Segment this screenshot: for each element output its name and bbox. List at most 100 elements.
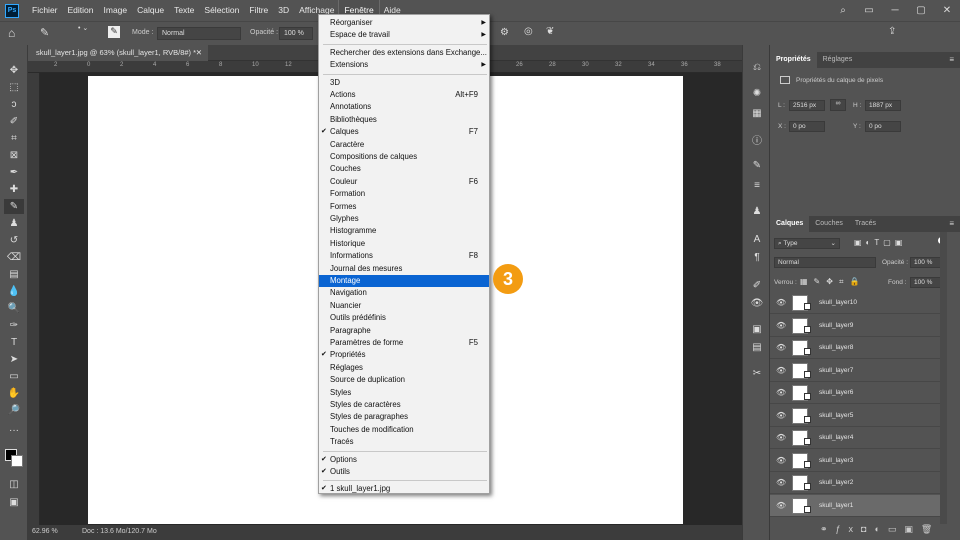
layer-row[interactable]: 👁 skull_layer5 [770,404,947,427]
swatches-panel-icon[interactable]: ▦ [747,105,767,121]
layers-scrollbar[interactable] [940,232,947,524]
frame-tool-icon[interactable]: ⊠ [4,148,24,163]
menu-item-nuancier[interactable]: Nuancier [319,300,489,312]
eyedropper-icon[interactable]: ✒ [4,165,24,180]
close-icon[interactable]: ✕ [934,0,960,21]
menu-item-reorganiser[interactable]: Réorganiser ▶ [319,17,489,29]
fill-input[interactable]: 100 % [910,277,944,288]
visibility-eye-icon[interactable]: 👁 [776,433,786,442]
blur-icon[interactable]: 💧 [4,284,24,299]
menu-3d[interactable]: 3D [273,0,294,21]
tool-presets-icon[interactable]: ✐ [747,277,767,293]
marquee-tool-icon[interactable]: ⬚ [4,80,24,95]
menu-selection[interactable]: Sélection [199,0,244,21]
opacity-input[interactable]: 100 % [279,27,313,40]
layer-row[interactable]: 👁 skull_layer2 [770,472,947,494]
link-icon[interactable]: ∞ [830,99,846,111]
visibility-panel-icon[interactable]: 👁 [747,295,767,311]
quick-select-icon[interactable]: ✐ [4,114,24,129]
background-color[interactable] [11,455,23,467]
filter-icons[interactable]: ▣◐T▢▣ [854,238,906,247]
menu-item-options[interactable]: ✔ Options [319,454,489,466]
visibility-eye-icon[interactable]: 👁 [776,501,786,510]
width-input[interactable]: 2516 px [789,100,825,111]
info-panel-icon[interactable]: ⓘ [747,131,767,147]
tab-close-icon[interactable]: ✕ [196,45,202,61]
more-tools-icon[interactable]: ··· [4,423,24,438]
screen-mode-icon[interactable]: ▣ [4,495,24,510]
layer-row[interactable]: 👁 skull_layer3 [770,449,947,472]
menu-edition[interactable]: Edition [63,0,99,21]
layer-row[interactable]: 👁 skull_layer8 [770,337,947,359]
layer-row[interactable]: 👁 skull_layer10 [770,292,947,314]
layers-footer-icons[interactable]: ⚭ƒx◘◐▭▣🗑 [820,524,940,535]
mode-select[interactable]: Normal [157,27,241,40]
dodge-icon[interactable]: 🔍 [4,301,24,316]
stamp-tool-icon[interactable]: ♟ [4,216,24,231]
healing-brush-icon[interactable]: ✚ [4,182,24,197]
pen-tool-icon[interactable]: ✑ [4,318,24,333]
target-icon[interactable]: ◎ [524,26,533,37]
menu-item-extensions[interactable]: Extensions ▶ [319,59,489,71]
visibility-eye-icon[interactable]: 👁 [776,343,786,352]
crop-tool-icon[interactable]: ⌗ [4,131,24,146]
menu-item-formes[interactable]: Formes [319,201,489,213]
character-panel-icon[interactable]: A [747,231,767,247]
zoom-level[interactable]: 62.96 % [32,528,58,535]
share-icon[interactable]: ⇪ [888,26,896,37]
visibility-eye-icon[interactable]: 👁 [776,298,786,307]
layer-row[interactable]: 👁 skull_layer6 [770,382,947,404]
menu-item-historique[interactable]: Historique [319,238,489,250]
settings-gear-icon[interactable]: ⚙ [500,27,509,38]
menu-item-3d[interactable]: 3D [319,77,489,89]
zoom-tool-icon[interactable]: 🔎 [4,403,24,418]
maximize-icon[interactable]: ▢ [908,0,934,21]
search-icon[interactable]: ⌕ [830,0,856,21]
height-input[interactable]: 1887 px [865,100,901,111]
home-icon[interactable]: ⌂ [8,26,15,40]
menu-item-navigation[interactable]: Navigation [319,287,489,299]
type-tool-icon[interactable]: T [4,335,24,350]
document-tab[interactable]: skull_layer1.jpg @ 63% (skull_layer1, RV… [28,45,208,61]
menu-item-histogramme[interactable]: Histogramme [319,225,489,237]
x-input[interactable]: 0 po [789,121,825,132]
clone-source-icon[interactable]: ♟ [747,203,767,219]
quick-mask-icon[interactable]: ◫ [4,477,24,492]
menu-item-couches[interactable]: Couches [319,163,489,175]
tab-channels[interactable]: Couches [809,216,849,232]
menu-item-formation[interactable]: Formation [319,188,489,200]
menu-item-journal-des-mesures[interactable]: Journal des mesures [319,263,489,275]
layer-row[interactable]: 👁 skull_layer4 [770,427,947,449]
menu-item-reglages[interactable]: Réglages [319,362,489,374]
menu-item-bibliotheques[interactable]: Bibliothèques [319,114,489,126]
layer-filter-select[interactable]: ⌕ Type ⌄ [774,238,840,249]
path-select-icon[interactable]: ➤ [4,352,24,367]
brush-tool-icon[interactable]: ✎ [4,199,24,214]
layer-row[interactable]: 👁 skull_layer7 [770,359,947,382]
visibility-eye-icon[interactable]: 👁 [776,411,786,420]
menu-filtre[interactable]: Filtre [244,0,273,21]
visibility-eye-icon[interactable]: 👁 [776,478,786,487]
layers-menu-icon[interactable]: ≡ [949,219,954,228]
brush-settings-panel-icon[interactable]: ≡ [747,177,767,193]
hand-tool-icon[interactable]: ✋ [4,386,24,401]
tools-cross-icon[interactable]: ✂ [747,365,767,381]
minimize-icon[interactable]: ─ [882,0,908,21]
history-brush-icon[interactable]: ↺ [4,233,24,248]
lasso-tool-icon[interactable]: ↄ [4,97,24,112]
tab-layers[interactable]: Calques [770,216,810,232]
layer-row[interactable]: 👁 skull_layer1 [770,494,947,517]
paragraph-panel-icon[interactable]: ¶ [747,249,767,265]
tab-paths[interactable]: Tracés [849,216,882,232]
menu-item-couleur[interactable]: Couleur F6 [319,176,489,188]
menu-item-styles-de-caracteres[interactable]: Styles de caractères [319,399,489,411]
menu-item-informations[interactable]: Informations F8 [319,250,489,262]
menu-item-proprietes[interactable]: ✔ Propriétés [319,349,489,361]
workspace-icon[interactable]: ▭ [856,0,882,21]
menu-calque[interactable]: Calque [132,0,169,21]
menu-item-outils[interactable]: ✔ Outils [319,466,489,478]
visibility-eye-icon[interactable]: 👁 [776,388,786,397]
menu-image[interactable]: Image [99,0,133,21]
menu-item-glyphes[interactable]: Glyphes [319,213,489,225]
menu-item-compositions-de-calques[interactable]: Compositions de calques [319,151,489,163]
